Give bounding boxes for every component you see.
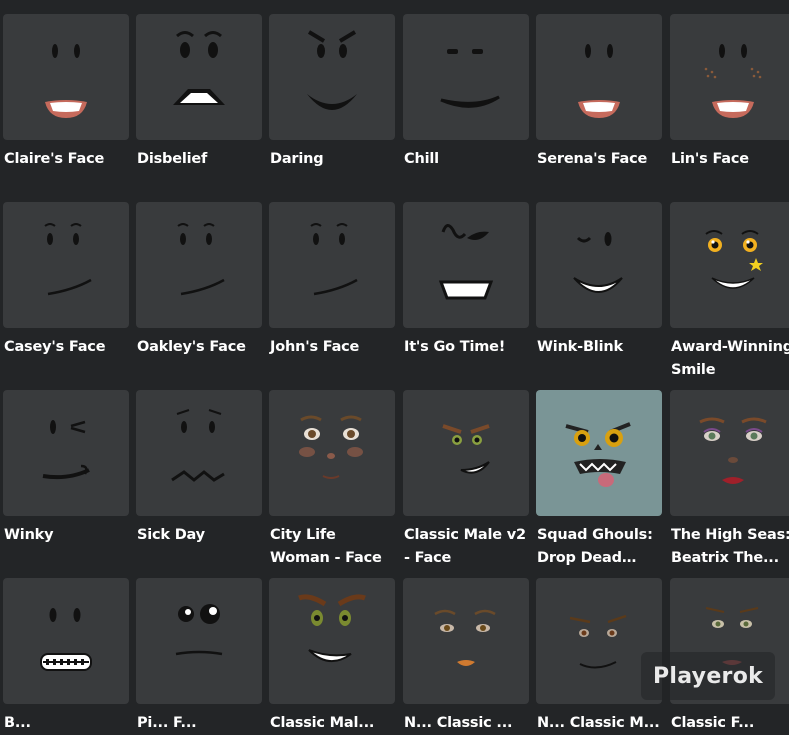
item-name[interactable]: N... Classic M... bbox=[536, 712, 661, 735]
item-card-johns-face[interactable]: John's Face bbox=[269, 202, 396, 359]
item-thumbnail[interactable] bbox=[136, 578, 262, 704]
item-name[interactable]: Squad Ghouls: Drop Dead Ted... bbox=[536, 524, 661, 570]
oakleys-face-icon bbox=[177, 223, 225, 296]
item-thumbnail[interactable] bbox=[3, 578, 129, 704]
item-thumbnail[interactable] bbox=[403, 390, 529, 516]
item-thumbnail[interactable] bbox=[136, 390, 262, 516]
item-thumbnail[interactable] bbox=[403, 578, 529, 704]
chill-icon bbox=[440, 49, 500, 108]
item-card-chill[interactable]: Chill bbox=[403, 14, 530, 171]
item-name[interactable]: It's Go Time! bbox=[403, 336, 528, 359]
item-name[interactable]: Oakley's Face bbox=[136, 336, 261, 359]
city-life-woman-icon bbox=[299, 415, 363, 479]
item-name[interactable]: Daring bbox=[269, 148, 394, 171]
high-seas-beatrix-icon bbox=[699, 417, 767, 484]
item-name[interactable]: Award-Winning Smile bbox=[670, 336, 789, 382]
item-name[interactable]: Casey's Face bbox=[3, 336, 128, 359]
item-thumbnail[interactable] bbox=[3, 390, 129, 516]
item-card-pie-face[interactable]: Pi... F... bbox=[136, 578, 263, 735]
pie-face-icon bbox=[175, 604, 223, 656]
item-card-braces-face[interactable]: B... bbox=[3, 578, 130, 735]
braces-face-icon bbox=[40, 608, 92, 671]
item-name[interactable]: Classic F... bbox=[670, 712, 789, 735]
lins-face-icon bbox=[704, 44, 762, 118]
item-thumbnail[interactable] bbox=[269, 202, 395, 328]
classic-male-grin-icon bbox=[298, 594, 366, 662]
item-name[interactable]: Classic Male v2 - Face bbox=[403, 524, 528, 570]
disbelief-icon bbox=[173, 31, 225, 105]
winky-icon bbox=[42, 420, 90, 480]
item-thumbnail[interactable] bbox=[269, 14, 395, 140]
claires-face-icon bbox=[45, 44, 87, 118]
item-name[interactable]: Lin's Face bbox=[670, 148, 789, 171]
item-thumbnail[interactable] bbox=[670, 390, 789, 516]
item-thumbnail[interactable] bbox=[536, 202, 662, 328]
item-thumbnail[interactable] bbox=[136, 14, 262, 140]
item-name[interactable]: Chill bbox=[403, 148, 528, 171]
wink-blink-icon bbox=[573, 232, 623, 293]
item-thumbnail[interactable] bbox=[136, 202, 262, 328]
award-winning-smile-icon bbox=[705, 230, 763, 289]
item-card-daring[interactable]: Daring bbox=[269, 14, 396, 171]
item-card-oakleys-face[interactable]: Oakley's Face bbox=[136, 202, 263, 359]
item-card-caseys-face[interactable]: Casey's Face bbox=[3, 202, 130, 359]
item-name[interactable]: Pi... F... bbox=[136, 712, 261, 735]
its-go-time-icon bbox=[438, 224, 494, 300]
classic-male-v2-icon bbox=[442, 424, 490, 474]
item-card-disbelief[interactable]: Disbelief bbox=[136, 14, 263, 171]
item-card-high-seas-beatrix[interactable]: The High Seas: Beatrix The... bbox=[670, 390, 789, 570]
item-thumbnail[interactable] bbox=[536, 390, 662, 516]
item-card-serenas-face[interactable]: Serena's Face bbox=[536, 14, 663, 171]
item-thumbnail[interactable] bbox=[3, 202, 129, 328]
item-name[interactable]: Serena's Face bbox=[536, 148, 661, 171]
item-thumbnail[interactable] bbox=[3, 14, 129, 140]
squad-ghouls-icon bbox=[565, 422, 631, 487]
item-name[interactable]: Wink-Blink bbox=[536, 336, 661, 359]
item-name[interactable]: B... bbox=[3, 712, 128, 735]
serenas-face-icon bbox=[578, 44, 620, 118]
item-name[interactable]: Winky bbox=[3, 524, 128, 547]
johns-face-icon bbox=[310, 223, 358, 296]
item-thumbnail[interactable] bbox=[269, 578, 395, 704]
item-card-claires-face[interactable]: Claire's Face bbox=[3, 14, 130, 171]
item-thumbnail[interactable] bbox=[403, 202, 529, 328]
item-card-classic-male-v2[interactable]: Classic Male v2 - Face bbox=[403, 390, 530, 570]
caseys-face-icon bbox=[44, 223, 92, 296]
item-thumbnail[interactable] bbox=[670, 14, 789, 140]
item-card-city-life-woman[interactable]: City Life Woman - Face bbox=[269, 390, 396, 570]
item-card-squad-ghouls[interactable]: Squad Ghouls: Drop Dead Ted... bbox=[536, 390, 663, 570]
item-card-classic-female[interactable]: N... Classic ... bbox=[403, 578, 530, 735]
item-name[interactable]: The High Seas: Beatrix The... bbox=[670, 524, 789, 570]
item-thumbnail[interactable] bbox=[403, 14, 529, 140]
catalog-grid: Claire's Face Disbelief Daring Chill Ser… bbox=[0, 0, 789, 731]
item-name[interactable]: N... Classic ... bbox=[403, 712, 528, 735]
item-thumbnail[interactable] bbox=[536, 14, 662, 140]
item-name[interactable]: Sick Day bbox=[136, 524, 261, 547]
item-name[interactable]: Claire's Face bbox=[3, 148, 128, 171]
classic-female-icon bbox=[434, 609, 496, 666]
item-thumbnail[interactable] bbox=[269, 390, 395, 516]
item-name[interactable]: Disbelief bbox=[136, 148, 261, 171]
item-card-classic-male-grin[interactable]: Classic Mal... bbox=[269, 578, 396, 735]
item-name[interactable]: John's Face bbox=[269, 336, 394, 359]
playerok-watermark: Playerok bbox=[641, 652, 775, 700]
item-card-wink-blink[interactable]: Wink-Blink bbox=[536, 202, 663, 359]
item-card-its-go-time[interactable]: It's Go Time! bbox=[403, 202, 530, 359]
item-card-lins-face[interactable]: Lin's Face bbox=[670, 14, 789, 171]
sick-day-icon bbox=[171, 409, 225, 482]
item-thumbnail[interactable] bbox=[670, 202, 789, 328]
item-name[interactable]: Classic Mal... bbox=[269, 712, 394, 735]
daring-icon bbox=[307, 30, 357, 110]
item-card-winky[interactable]: Winky bbox=[3, 390, 130, 547]
item-name[interactable]: City Life Woman - Face bbox=[269, 524, 394, 570]
item-card-sick-day[interactable]: Sick Day bbox=[136, 390, 263, 547]
item-card-award-winning-smile[interactable]: Award-Winning Smile bbox=[670, 202, 789, 382]
